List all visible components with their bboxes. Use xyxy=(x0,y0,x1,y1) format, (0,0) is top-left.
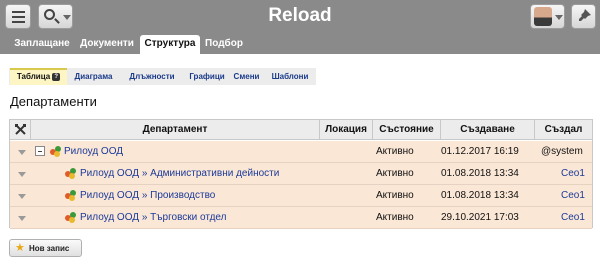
row-menu-icon[interactable] xyxy=(18,150,26,155)
star-icon: ★ xyxy=(15,242,25,254)
status-cell: Активно xyxy=(376,190,414,201)
tab-structure[interactable]: Структура xyxy=(140,35,200,54)
new-record-label: Нов запис xyxy=(29,244,70,253)
table-row[interactable]: Рилоуд ООД Активно 01.12.2017 16:19 @sys… xyxy=(10,141,592,163)
tab-documents[interactable]: Документи xyxy=(77,35,137,54)
creator-cell: @system xyxy=(541,146,583,157)
status-cell: Активно xyxy=(376,168,414,179)
creator-link[interactable]: Ceo1 xyxy=(561,185,585,207)
subtab-schedules[interactable]: Графици xyxy=(186,68,228,85)
pin-icon xyxy=(579,9,591,21)
tab-recruitment[interactable]: Подбор xyxy=(201,35,247,54)
column-header-status[interactable]: Състояние xyxy=(373,120,441,140)
subtab-templates[interactable]: Шаблони xyxy=(266,68,314,85)
new-record-button[interactable]: ★ Нов запис xyxy=(9,239,82,257)
subtab-positions[interactable]: Длъжности xyxy=(121,68,183,85)
department-link[interactable]: Рилоуд ООД » Административни дейности xyxy=(80,163,279,185)
department-link[interactable]: Рилоуд ООД xyxy=(64,141,123,163)
help-icon[interactable]: ? xyxy=(52,72,61,81)
subtab-diagram[interactable]: Диаграма xyxy=(70,68,117,85)
created-cell: 01.08.2018 13:34 xyxy=(441,168,519,179)
column-header-creator[interactable]: Създал xyxy=(535,120,592,140)
department-link[interactable]: Рилоуд ООД » Производство xyxy=(80,185,215,207)
tools-column-header[interactable] xyxy=(10,120,31,140)
subtab-table[interactable]: Таблица? xyxy=(10,68,67,85)
created-cell: 29.10.2021 17:03 xyxy=(441,212,519,223)
created-cell: 01.08.2018 13:34 xyxy=(441,190,519,201)
department-link[interactable]: Рилоуд ООД » Търговски отдел xyxy=(80,207,227,229)
table-row[interactable]: Рилоуд ООД » Производство Активно 01.08.… xyxy=(10,185,592,207)
user-avatar xyxy=(534,7,552,26)
row-menu-icon[interactable] xyxy=(18,194,26,199)
creator-link[interactable]: Ceo1 xyxy=(561,207,585,229)
main-nav: Заплащане Документи Структура Подбор xyxy=(0,35,600,54)
column-header-department[interactable]: Департамент xyxy=(31,120,320,140)
sub-nav: Таблица? Диаграма Длъжности Графици Смен… xyxy=(9,68,316,85)
column-header-created[interactable]: Създаване xyxy=(441,120,535,140)
departments-table: Департамент Локация Състояние Създаване … xyxy=(9,119,593,229)
department-icon xyxy=(65,212,76,223)
top-bar: Reload xyxy=(0,0,600,35)
collapse-icon[interactable] xyxy=(35,146,45,156)
page-title: Департаменти xyxy=(10,94,97,109)
pin-button[interactable] xyxy=(571,4,596,29)
app-title: Reload xyxy=(268,5,332,26)
table-row[interactable]: Рилоуд ООД » Търговски отдел Активно 29.… xyxy=(10,207,592,229)
department-icon xyxy=(65,190,76,201)
row-menu-icon[interactable] xyxy=(18,172,26,177)
table-row[interactable]: Рилоуд ООД » Административни дейности Ак… xyxy=(10,163,592,185)
creator-link[interactable]: Ceo1 xyxy=(561,163,585,185)
status-cell: Активно xyxy=(376,212,414,223)
chevron-down-icon xyxy=(555,15,563,20)
created-cell: 01.12.2017 16:19 xyxy=(441,146,519,157)
tools-icon xyxy=(15,124,26,135)
subtab-label: Таблица xyxy=(16,72,51,81)
department-icon xyxy=(65,168,76,179)
department-icon xyxy=(50,146,61,157)
subtab-shifts[interactable]: Смени xyxy=(231,68,262,85)
tab-payment[interactable]: Заплащане xyxy=(9,35,75,54)
column-header-location[interactable]: Локация xyxy=(320,120,373,140)
table-header: Департамент Локация Състояние Създаване … xyxy=(10,120,592,140)
user-menu-button[interactable] xyxy=(530,4,565,29)
status-cell: Активно xyxy=(376,146,414,157)
row-menu-icon[interactable] xyxy=(18,216,26,221)
